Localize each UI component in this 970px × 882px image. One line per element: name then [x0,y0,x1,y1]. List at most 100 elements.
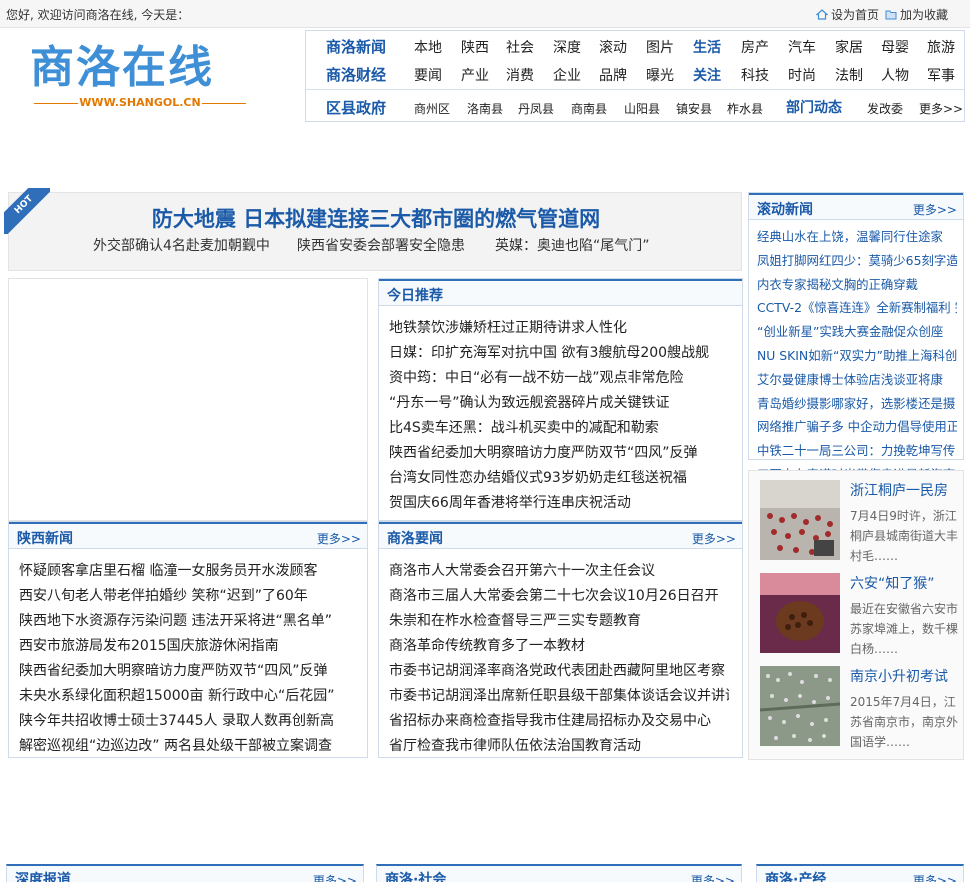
nav-item[interactable]: 生活 [693,37,721,57]
nav-item[interactable]: 山阳县 [624,100,660,117]
nav-item[interactable]: 镇安县 [676,100,712,117]
nav-item[interactable]: 旅游 [927,37,955,57]
list-item[interactable]: 未央水系绿化面积超15000亩 新行政中心“后花园” [19,685,359,710]
list-item[interactable]: “丹东一号”确认为致远舰瓷器碎片成关键铁证 [389,392,709,417]
list-item[interactable]: 朱崇和在柞水检查督导三严三实专题教育 [389,610,729,635]
nav-more-link[interactable]: 更多>> [919,100,963,117]
today-list: 地铁禁饮涉嫌矫枉过正期待讲求人性化 日媒：印扩充海军对抗中国 欲有3艘航母200… [389,317,709,517]
list-item[interactable]: 网络推广骗子多 中企动力倡导使用正 [757,417,957,441]
list-item[interactable]: 陕西省纪委加大明察暗访力度严防双节“四风”反弹 [389,442,709,467]
nav-item[interactable]: 军事 [927,65,955,85]
list-item[interactable]: 经典山水在上饶，温馨同行住途家 [757,227,957,251]
list-item[interactable]: 贺国庆66周年香港将举行连串庆祝活动 [389,492,709,517]
list-item[interactable]: 怀疑顾客拿店里石榴 临潼一女服务员开水泼顾客 [19,560,359,585]
set-homepage-link[interactable]: 设为首页 [816,6,879,23]
nav-item[interactable]: 商州区 [414,100,450,117]
list-item[interactable]: 省厅检查我市律师队伍依法治国教育活动 [389,735,729,760]
list-item[interactable]: 省招标办来商检查指导我市住建局招标办及交易中心 [389,710,729,735]
site-logo[interactable]: 商洛在线 WWW.SHANGOL.CN [30,40,260,115]
nav-item[interactable]: 商南县 [571,100,607,117]
photo-news-desc: 最近在安徽省六安市苏家埠滩上，数千棵白杨…… [850,602,959,656]
more-link[interactable]: 更多>> [913,872,957,882]
list-item[interactable]: 日媒：印扩充海军对抗中国 欲有3艘航母200艘战舰 [389,342,709,367]
nav-item[interactable]: 发改委 [867,100,903,117]
list-item[interactable]: 地铁禁饮涉嫌矫枉过正期待讲求人性化 [389,317,709,342]
list-item[interactable]: 商洛革命传统教育多了一本教材 [389,635,729,660]
list-item[interactable]: 西安市旅游局发布2015国庆旅游休闲指南 [19,635,359,660]
nav-item[interactable]: 丹凤县 [518,100,554,117]
nav-item[interactable]: 本地 [414,37,442,57]
list-item[interactable]: 陕西省纪委加大明察暗访力度严防双节“四风”反弹 [19,660,359,685]
list-item[interactable]: 陕西地下水资源存污染问题 违法开采将进“黑名单” [19,610,359,635]
list-item[interactable]: 资中筠：中日“必有一战不妨一战”观点非常危险 [389,367,709,392]
list-item[interactable]: 内衣专家揭秘文胸的正确穿戴 [757,275,957,299]
list-item[interactable]: 比4S卖车还黑：战斗机买卖中的减配和勒索 [389,417,709,442]
nav-item[interactable]: 深度 [553,37,581,57]
list-item[interactable]: 陕今年共招收博士硕士37445人 录取人数再创新高 [19,710,359,735]
rolling-news-list: 经典山水在上饶，温馨同行住途家 凤姐打脚网红四少：莫骑少65刻字造 内衣专家揭秘… [757,227,957,489]
add-favorite-link[interactable]: 加为收藏 [885,6,948,23]
list-item[interactable]: 商洛市三届人大常委会第二十七次会议10月26日召开 [389,585,729,610]
more-link[interactable]: 更多>> [692,530,736,547]
nav-item[interactable]: 要闻 [414,65,442,85]
list-item[interactable]: 凤姐打脚网红四少：莫骑少65刻字造 [757,251,957,275]
photo-news-title[interactable]: 南京小升初考试 [850,666,948,686]
list-item[interactable]: 市委书记胡润泽出席新任职县级干部集体谈话会议并讲话 [389,685,729,710]
nav-item[interactable]: 汽车 [788,37,816,57]
nav-item[interactable]: 洛南县 [467,100,503,117]
headline-title[interactable]: 防大地震 日本拟建连接三大都市圈的燃气管道网 [9,203,743,233]
list-item[interactable]: 市委书记胡润泽率商洛党政代表团赴西藏阿里地区考察 [389,660,729,685]
more-link[interactable]: 更多>> [317,530,361,547]
shaanxi-news-panel: 陕西新闻 更多>> 怀疑顾客拿店里石榴 临潼一女服务员开水泼顾客 西安八旬老人带… [8,521,368,758]
nav-item[interactable]: 陕西 [461,37,489,57]
nav-item[interactable]: 人物 [881,65,909,85]
nav-item[interactable]: 图片 [646,37,674,57]
more-link[interactable]: 更多>> [313,872,357,882]
nav-item[interactable]: 曝光 [646,65,674,85]
list-item[interactable]: CCTV-2《惊喜连连》全新赛制福利 完 [757,298,957,322]
nav-category-departments[interactable]: 部门动态 [786,97,842,117]
news-photo[interactable] [760,573,840,653]
news-photo[interactable] [760,666,840,746]
list-item[interactable]: 商洛市人大常委会召开第六十一次主任会议 [389,560,729,585]
nav-item[interactable]: 关注 [693,65,721,85]
nav-item[interactable]: 消费 [506,65,534,85]
list-item[interactable]: 艾尔曼健康博士体验店浅谈亚将康 [757,370,957,394]
photo-news-item[interactable]: 南京小升初考试 2015年7月4日，江苏省南京市，南京外国语学…… [760,666,960,756]
nav-item[interactable]: 产业 [461,65,489,85]
nav-category-counties[interactable]: 区县政府 [326,97,386,118]
nav-category-news[interactable]: 商洛新闻 [326,36,386,57]
list-item[interactable]: 台湾女同性恋办结婚仪式93岁奶奶走红毯送祝福 [389,467,709,492]
nav-item[interactable]: 企业 [553,65,581,85]
nav-item[interactable]: 品牌 [599,65,627,85]
photo-news-title[interactable]: 六安“知了猴” [850,573,935,593]
list-item[interactable]: 解密巡视组“边巡边改” 两名县处级干部被立案调查 [19,735,359,760]
nav-item[interactable]: 母婴 [881,37,909,57]
nav-item[interactable]: 家居 [835,37,863,57]
nav-category-finance[interactable]: 商洛财经 [326,64,386,85]
nav-item[interactable]: 滚动 [599,37,627,57]
list-item[interactable]: 青岛婚纱摄影哪家好，选影楼还是摄 [757,394,957,418]
list-item[interactable]: 中铁二十一局三公司：力挽乾坤写传 [757,441,957,465]
nav-item[interactable]: 时尚 [788,65,816,85]
nav-item[interactable]: 柞水县 [727,100,763,117]
photo-news-item[interactable]: 六安“知了猴” 最近在安徽省六安市苏家埠滩上，数千棵白杨…… [760,573,960,663]
panel-title: 商洛·社会 [385,872,447,882]
nav-item[interactable]: 科技 [741,65,769,85]
nav-item[interactable]: 社会 [506,37,534,57]
folder-icon [885,10,897,20]
news-photo[interactable] [760,480,840,560]
nav-item[interactable]: 房产 [741,37,769,57]
more-link[interactable]: 更多>> [913,201,957,218]
list-item[interactable]: NU SKIN如新“双实力”助推上海科创 [757,346,957,370]
headline-sub-link[interactable]: 英媒：奥迪也陷“尾气门” [495,235,650,255]
photo-news-title[interactable]: 浙江桐庐一民房 [850,480,948,500]
photo-news-desc: 7月4日9时许，浙江桐庐县城南街道大丰村毛…… [850,509,959,563]
headline-sub-link[interactable]: 陕西省安委会部署安全隐患 [297,235,465,255]
photo-news-item[interactable]: 浙江桐庐一民房 7月4日9时许，浙江桐庐县城南街道大丰村毛…… [760,480,960,570]
more-link[interactable]: 更多>> [691,872,735,882]
list-item[interactable]: 西安八旬老人带老伴拍婚纱 笑称“迟到”了60年 [19,585,359,610]
nav-item[interactable]: 法制 [835,65,863,85]
headline-sub-link[interactable]: 外交部确认4名赴麦加朝觐中 [93,235,270,255]
list-item[interactable]: “创业新星”实践大赛金融促众创座 [757,322,957,346]
